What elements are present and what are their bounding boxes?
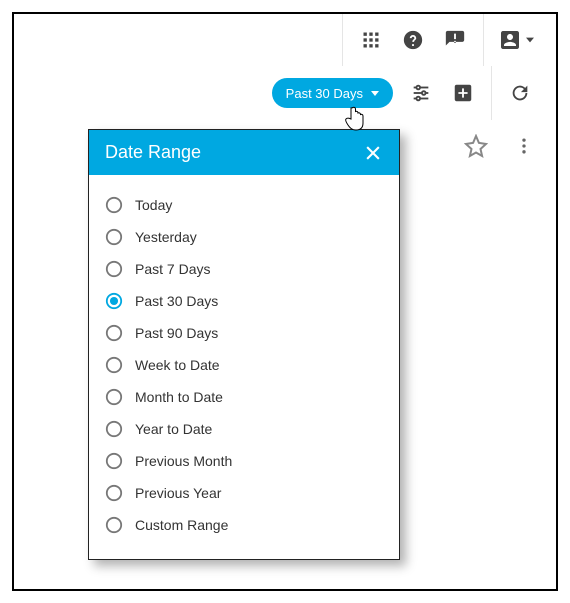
star-outline-icon[interactable]	[462, 132, 490, 160]
radio-icon	[105, 228, 123, 246]
panel-body: Today Yesterday Past 7 Days Past 30 Days Pas…	[89, 175, 399, 559]
top-bar-group-tools	[342, 14, 483, 66]
radio-icon	[105, 388, 123, 406]
radio-icon	[105, 324, 123, 342]
chevron-down-icon	[371, 91, 379, 96]
tune-icon[interactable]	[407, 79, 435, 107]
tool-bar: Past 30 Days	[14, 66, 556, 120]
more-vert-icon[interactable]	[510, 132, 538, 160]
panel-header: Date Range	[89, 130, 399, 175]
radio-icon	[105, 196, 123, 214]
date-range-option[interactable]: Past 7 Days	[105, 253, 383, 285]
refresh-icon[interactable]	[506, 79, 534, 107]
radio-icon	[105, 516, 123, 534]
date-range-option[interactable]: Month to Date	[105, 381, 383, 413]
radio-icon	[105, 420, 123, 438]
date-range-option[interactable]: Week to Date	[105, 349, 383, 381]
date-range-option[interactable]: Previous Year	[105, 477, 383, 509]
date-range-option[interactable]: Today	[105, 189, 383, 221]
option-label: Year to Date	[135, 421, 212, 437]
announcement-icon[interactable]	[441, 26, 469, 54]
date-range-option[interactable]: Past 90 Days	[105, 317, 383, 349]
date-range-option[interactable]: Yesterday	[105, 221, 383, 253]
option-label: Past 30 Days	[135, 293, 218, 309]
radio-icon	[105, 356, 123, 374]
add-box-icon[interactable]	[449, 79, 477, 107]
top-bar	[14, 14, 556, 66]
row-actions	[462, 132, 538, 160]
date-range-option[interactable]: Year to Date	[105, 413, 383, 445]
option-label: Today	[135, 197, 172, 213]
date-range-pill-label: Past 30 Days	[286, 86, 363, 101]
date-range-panel: Date Range Today Yesterday Past 7 Days Past…	[88, 129, 400, 560]
option-label: Past 7 Days	[135, 261, 210, 277]
option-label: Past 90 Days	[135, 325, 218, 341]
radio-icon	[105, 452, 123, 470]
top-bar-group-account	[483, 14, 548, 66]
radio-icon	[105, 292, 123, 310]
tool-bar-group-refresh	[491, 66, 548, 120]
option-label: Month to Date	[135, 389, 223, 405]
option-label: Previous Year	[135, 485, 221, 501]
tool-bar-group-filters: Past 30 Days	[258, 66, 491, 120]
date-range-option[interactable]: Past 30 Days	[105, 285, 383, 317]
date-range-option[interactable]: Custom Range	[105, 509, 383, 541]
radio-icon	[105, 484, 123, 502]
option-label: Previous Month	[135, 453, 232, 469]
option-label: Week to Date	[135, 357, 220, 373]
panel-title: Date Range	[105, 142, 201, 163]
radio-icon	[105, 260, 123, 278]
close-icon[interactable]	[363, 143, 383, 163]
help-icon[interactable]	[399, 26, 427, 54]
app-frame: Past 30 Days Date Range	[12, 12, 558, 591]
account-icon[interactable]	[498, 26, 534, 54]
chevron-down-icon	[526, 36, 534, 44]
date-range-option[interactable]: Previous Month	[105, 445, 383, 477]
option-label: Custom Range	[135, 517, 228, 533]
apps-icon[interactable]	[357, 26, 385, 54]
date-range-pill[interactable]: Past 30 Days	[272, 78, 393, 108]
option-label: Yesterday	[135, 229, 197, 245]
